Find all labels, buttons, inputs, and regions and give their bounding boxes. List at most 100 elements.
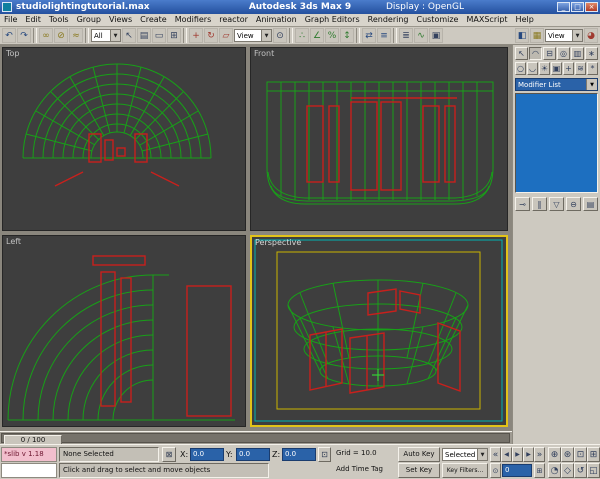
zoom-extents-button[interactable]: ⊡ [574, 447, 587, 462]
tab-modify[interactable]: ◠ [529, 47, 542, 60]
viewport-perspective[interactable]: Perspective [250, 235, 508, 427]
viewport-left[interactable]: Left [2, 235, 246, 427]
pin-stack-button[interactable]: ⊸ [515, 197, 530, 211]
add-time-tag[interactable]: Add Time Tag [336, 465, 383, 473]
menu-views[interactable]: Views [105, 14, 136, 26]
maximize-button[interactable]: □ [571, 2, 584, 12]
align-button[interactable]: ≡ [377, 28, 391, 43]
category-space-warps[interactable]: ≋ [575, 62, 586, 75]
pan-view-button[interactable]: ◇ [561, 463, 574, 478]
select-move-button[interactable]: + [189, 28, 203, 43]
field-of-view-button[interactable]: ◔ [548, 463, 561, 478]
auto-key-button[interactable]: Auto Key [398, 447, 440, 462]
percent-snap-button[interactable]: % [325, 28, 339, 43]
menu-graph-editors[interactable]: Graph Editors [301, 14, 364, 26]
category-geometry[interactable]: ○ [515, 62, 526, 75]
modifier-stack[interactable] [515, 93, 598, 193]
menu-tools[interactable]: Tools [45, 14, 73, 26]
spinner-snap-button[interactable]: ↕ [340, 28, 354, 43]
layer-manager-button[interactable]: ≣ [399, 28, 413, 43]
render-type-dropdown[interactable]: View ▼ [545, 29, 583, 42]
zoom-all-button[interactable]: ⊛ [561, 447, 574, 462]
make-unique-button[interactable]: ▽ [549, 197, 564, 211]
zoom-button[interactable]: ⊕ [548, 447, 561, 462]
select-by-name-button[interactable]: ▤ [137, 28, 151, 43]
schematic-view-button[interactable]: ▣ [429, 28, 443, 43]
lock-selection-toggle[interactable]: ⊠ [162, 447, 176, 462]
category-cameras[interactable]: ▣ [551, 62, 562, 75]
menu-create[interactable]: Create [136, 14, 171, 26]
go-to-end-button[interactable]: » [534, 447, 545, 462]
menu-maxscript[interactable]: MAXScript [462, 14, 511, 26]
tab-utilities[interactable]: ∗ [585, 47, 598, 60]
key-filters-button[interactable]: Key Filters... [442, 463, 488, 478]
material-editor-button[interactable]: ◧ [515, 28, 529, 43]
go-to-start-button[interactable]: « [490, 447, 501, 462]
menu-group[interactable]: Group [73, 14, 105, 26]
z-coordinate-field[interactable]: 0.0 [282, 448, 316, 461]
key-mode-dropdown[interactable]: Selected ▼ [442, 448, 488, 461]
y-coordinate-field[interactable]: 0.0 [236, 448, 270, 461]
play-animation-button[interactable]: ▶ [512, 447, 523, 462]
zoom-extents-all-button[interactable]: ⊞ [587, 447, 600, 462]
selection-region-button[interactable]: ▭ [152, 28, 166, 43]
previous-frame-button[interactable]: ◀ [501, 447, 512, 462]
absolute-mode-toggle[interactable]: ⊡ [318, 447, 331, 462]
undo-button[interactable]: ↶ [2, 28, 16, 43]
menu-help[interactable]: Help [512, 14, 538, 26]
menu-animation[interactable]: Animation [252, 14, 301, 26]
select-scale-button[interactable]: ▱ [219, 28, 233, 43]
current-frame-field[interactable]: 0 [502, 464, 532, 477]
use-pivot-point-button[interactable]: ⊙ [273, 28, 287, 43]
key-mode-toggle-button[interactable]: ⊙ [490, 463, 501, 478]
time-configuration-button[interactable]: ⊞ [534, 463, 545, 478]
menu-file[interactable]: File [0, 14, 21, 26]
reference-coordinate-dropdown[interactable]: View ▼ [234, 29, 272, 42]
quick-render-button[interactable]: ◕ [584, 28, 598, 43]
set-key-button[interactable]: Set Key [398, 463, 440, 478]
selection-filter-dropdown[interactable]: All ▼ [91, 29, 121, 42]
close-button[interactable]: × [585, 2, 598, 12]
minimize-button[interactable]: _ [557, 2, 570, 12]
next-frame-button[interactable]: ▶ [523, 447, 534, 462]
x-coordinate-field[interactable]: 0.0 [190, 448, 224, 461]
category-shapes[interactable]: ◡ [527, 62, 538, 75]
show-end-result-button[interactable]: ‖ [532, 197, 547, 211]
angle-snap-button[interactable]: ∠ [310, 28, 324, 43]
category-helpers[interactable]: + [563, 62, 574, 75]
select-object-button[interactable]: ↖ [122, 28, 136, 43]
configure-modifier-sets-button[interactable]: ▤ [583, 197, 598, 211]
redo-button[interactable]: ↷ [17, 28, 31, 43]
menu-modifiers[interactable]: Modifiers [171, 14, 216, 26]
viewport-left-label[interactable]: Left [6, 237, 21, 246]
bind-space-warp-button[interactable]: ≈ [69, 28, 83, 43]
tab-create[interactable]: ↖ [515, 47, 528, 60]
viewport-top[interactable]: Top [2, 47, 246, 231]
min-max-toggle-button[interactable]: ◱ [587, 463, 600, 478]
arc-rotate-button[interactable]: ↺ [574, 463, 587, 478]
menu-reactor[interactable]: reactor [215, 14, 252, 26]
select-rotate-button[interactable]: ↻ [204, 28, 218, 43]
viewport-top-label[interactable]: Top [6, 49, 20, 58]
render-setup-button[interactable]: ▦ [530, 28, 544, 43]
tab-hierarchy[interactable]: ⊟ [543, 47, 556, 60]
curve-editor-button[interactable]: ∿ [414, 28, 428, 43]
snaps-toggle-button[interactable]: ∴ [295, 28, 309, 43]
select-link-button[interactable]: ∞ [39, 28, 53, 43]
menu-customize[interactable]: Customize [412, 14, 462, 26]
menu-rendering[interactable]: Rendering [364, 14, 413, 26]
window-crossing-button[interactable]: ⊞ [167, 28, 181, 43]
maxscript-mini-listener[interactable]: *slib v 1.18 [1, 447, 57, 462]
viewport-front[interactable]: Front [250, 47, 508, 231]
category-systems[interactable]: * [587, 62, 598, 75]
viewport-front-label[interactable]: Front [254, 49, 274, 58]
remove-modifier-button[interactable]: ⊖ [566, 197, 581, 211]
tab-motion[interactable]: ◎ [557, 47, 570, 60]
mirror-button[interactable]: ⇄ [362, 28, 376, 43]
menu-edit[interactable]: Edit [21, 14, 45, 26]
category-lights[interactable]: ☀ [539, 62, 550, 75]
viewport-perspective-label[interactable]: Perspective [255, 238, 301, 247]
unlink-selection-button[interactable]: ⊘ [54, 28, 68, 43]
tab-display[interactable]: ▥ [571, 47, 584, 60]
modifier-list-dropdown[interactable]: Modifier List ▼ [515, 78, 598, 91]
